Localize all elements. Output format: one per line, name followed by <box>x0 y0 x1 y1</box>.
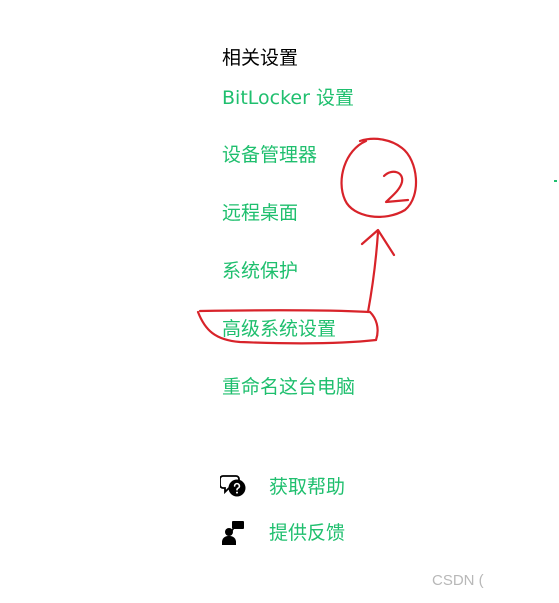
annotation-number-circle <box>340 137 418 218</box>
link-system-protection[interactable]: 系统保护 <box>222 257 298 285</box>
link-bitlocker-settings[interactable]: BitLocker 设置 <box>222 84 354 112</box>
feedback-link[interactable]: 提供反馈 <box>269 519 345 547</box>
stray-green-dot <box>554 180 557 182</box>
get-help-row[interactable]: 获取帮助 <box>219 472 345 502</box>
get-help-link[interactable]: 获取帮助 <box>269 473 345 501</box>
related-settings-title: 相关设置 <box>222 47 299 69</box>
link-rename-this-pc[interactable]: 重命名这台电脑 <box>222 373 355 401</box>
chat-question-icon <box>219 473 248 501</box>
annotation-number-2 <box>382 170 410 204</box>
annotation-arrow-line <box>366 230 380 314</box>
annotation-arrow-head <box>360 228 396 257</box>
feedback-person-icon <box>220 519 248 547</box>
link-advanced-system-settings[interactable]: 高级系统设置 <box>222 315 336 343</box>
feedback-row[interactable]: 提供反馈 <box>220 518 345 548</box>
csdn-watermark: CSDN ( <box>432 572 484 589</box>
link-remote-desktop[interactable]: 远程桌面 <box>222 199 298 227</box>
link-device-manager[interactable]: 设备管理器 <box>222 141 317 169</box>
